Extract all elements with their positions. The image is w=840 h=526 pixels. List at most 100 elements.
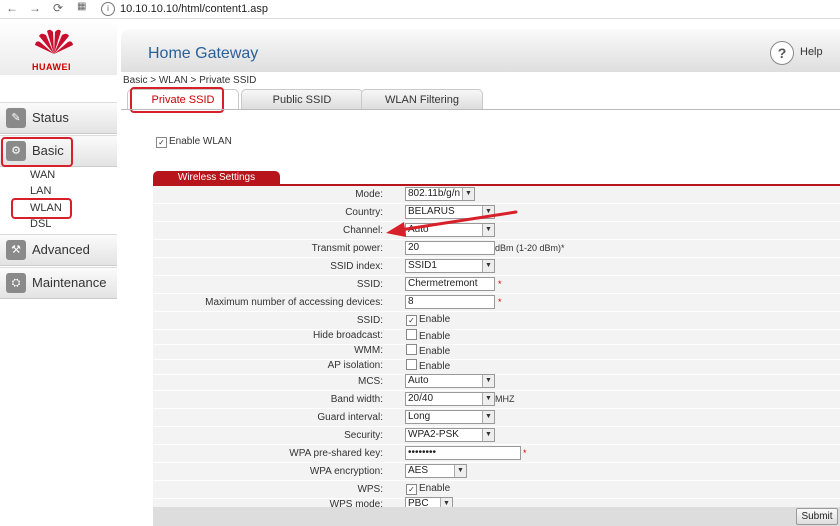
- sidebar-subitem-dsl[interactable]: DSL: [30, 218, 51, 230]
- transmit-power-input[interactable]: 20: [405, 241, 495, 255]
- ssid-label: SSID:: [356, 279, 383, 290]
- ssid-enable-checkbox[interactable]: ✓ Enable: [406, 314, 450, 326]
- chevron-down-icon: ▼: [482, 393, 494, 405]
- chevron-down-icon: ▼: [482, 375, 494, 387]
- chevron-down-icon: ▼: [482, 411, 494, 423]
- row-band-width: Band width: 20/40 ▼ MHZ: [153, 391, 840, 409]
- transmit-power-hint: dBm (1-20 dBm)*: [495, 243, 565, 253]
- main-content: Home Gateway ? Help Basic > WLAN > Priva…: [117, 19, 840, 526]
- wmm-check[interactable]: [406, 344, 417, 355]
- ap-isolation-label: AP isolation:: [327, 360, 383, 371]
- huawei-logo-icon: [35, 29, 73, 54]
- row-mode: Mode: 802.11b/g/n ▼: [153, 186, 840, 204]
- tab-public-ssid[interactable]: Public SSID: [241, 89, 363, 110]
- ssid-index-select[interactable]: SSID1 ▼: [405, 259, 495, 273]
- enable-wlan-check[interactable]: ✓: [156, 137, 167, 148]
- header: Home Gateway ? Help: [121, 29, 840, 72]
- security-select[interactable]: WPA2-PSK ▼: [405, 428, 495, 442]
- row-guard-interval: Guard interval: Long ▼: [153, 409, 840, 427]
- hide-broadcast-text: Enable: [419, 331, 451, 342]
- wpa-encryption-select[interactable]: AES ▼: [405, 464, 467, 478]
- maintenance-icon: ⛭: [6, 273, 26, 293]
- chevron-down-icon: ▼: [454, 465, 466, 477]
- form-footer: Submit: [153, 507, 840, 526]
- sidebar-subitem-wan[interactable]: WAN: [30, 169, 55, 181]
- band-width-value: 20/40: [408, 393, 434, 404]
- guard-interval-label: Guard interval:: [317, 412, 383, 423]
- security-label: Security:: [344, 430, 383, 441]
- max-devices-label: Maximum number of accessing devices:: [205, 297, 383, 308]
- sidebar-item-label: Status: [32, 110, 69, 125]
- sidebar-item-label: Advanced: [32, 242, 90, 257]
- sidebar-item-status[interactable]: ✎ Status: [0, 102, 117, 134]
- chevron-down-icon: ▼: [462, 188, 474, 200]
- annotation-highlight-wlan: [11, 198, 72, 219]
- row-ssid-index: SSID index: SSID1 ▼: [153, 258, 840, 276]
- row-security: Security: WPA2-PSK ▼: [153, 427, 840, 445]
- ssid-index-label: SSID index:: [330, 261, 383, 272]
- wps-check[interactable]: ✓: [406, 484, 417, 495]
- mcs-label: MCS:: [358, 376, 383, 387]
- site-info-icon[interactable]: i: [101, 2, 115, 16]
- max-devices-required: *: [498, 297, 502, 307]
- row-mcs: MCS: Auto ▼: [153, 373, 840, 391]
- mcs-value: Auto: [408, 375, 429, 386]
- chevron-down-icon: ▼: [482, 260, 494, 272]
- enable-wlan-checkbox[interactable]: ✓ Enable WLAN: [156, 136, 232, 148]
- mode-value: 802.11b/g/n: [408, 188, 461, 199]
- submit-button[interactable]: Submit: [796, 508, 838, 525]
- forward-icon[interactable]: →: [29, 1, 41, 15]
- tab-wlan-filtering[interactable]: WLAN Filtering: [361, 89, 483, 110]
- ap-isolation-check[interactable]: [406, 359, 417, 370]
- wps-label: WPS:: [357, 484, 383, 495]
- enable-wlan-label: Enable WLAN: [169, 136, 232, 147]
- country-label: Country:: [345, 207, 383, 218]
- logo: HUAWEI: [0, 19, 117, 75]
- psk-input[interactable]: ••••••••: [405, 446, 521, 460]
- ssid-enable-label: SSID:: [356, 315, 383, 326]
- wps-checkbox[interactable]: ✓ Enable: [406, 483, 450, 495]
- browser-toolbar: ← → ⟳ ▦ i 10.10.10.10/html/content1.asp: [0, 0, 840, 19]
- help-icon[interactable]: ?: [770, 41, 794, 65]
- psk-label: WPA pre-shared key:: [289, 448, 383, 459]
- sidebar-subitem-lan[interactable]: LAN: [30, 185, 51, 197]
- sidebar-item-advanced[interactable]: ⚒ Advanced: [0, 234, 117, 266]
- row-ssid: SSID: Chermetremont *: [153, 276, 840, 294]
- band-width-label: Band width:: [330, 394, 383, 405]
- sidebar-item-maintenance[interactable]: ⛭ Maintenance: [0, 267, 117, 299]
- ap-isolation-checkbox[interactable]: Enable: [406, 359, 450, 372]
- wmm-checkbox[interactable]: Enable: [406, 344, 450, 357]
- ssid-enable-check[interactable]: ✓: [406, 315, 417, 326]
- mode-label: Mode:: [355, 189, 383, 200]
- wmm-label: WMM:: [354, 345, 383, 356]
- hide-broadcast-check[interactable]: [406, 329, 417, 340]
- sidebar-item-label: Maintenance: [32, 275, 107, 290]
- band-width-select[interactable]: 20/40 ▼: [405, 392, 495, 406]
- apps-icon[interactable]: ▦: [77, 1, 86, 12]
- wmm-text: Enable: [419, 346, 451, 357]
- ssid-input[interactable]: Chermetremont: [405, 277, 495, 291]
- tab-divider: [121, 109, 840, 110]
- row-max-devices: Maximum number of accessing devices: 8 *: [153, 294, 840, 312]
- mode-select[interactable]: 802.11b/g/n ▼: [405, 187, 475, 201]
- address-bar[interactable]: 10.10.10.10/html/content1.asp: [120, 3, 268, 15]
- breadcrumb: Basic > WLAN > Private SSID: [123, 75, 257, 86]
- channel-label: Channel:: [342, 225, 383, 236]
- hide-broadcast-checkbox[interactable]: Enable: [406, 329, 450, 342]
- section-title: Wireless Settings: [153, 171, 280, 185]
- ssid-required: *: [498, 279, 502, 289]
- psk-required: *: [523, 448, 527, 458]
- advanced-icon: ⚒: [6, 240, 26, 260]
- chevron-down-icon: ▼: [482, 429, 494, 441]
- band-width-unit: MHZ: [495, 394, 515, 404]
- transmit-power-label: Transmit power:: [311, 243, 383, 254]
- guard-interval-select[interactable]: Long ▼: [405, 410, 495, 424]
- logo-text: HUAWEI: [32, 62, 71, 72]
- mcs-select[interactable]: Auto ▼: [405, 374, 495, 388]
- sidebar: HUAWEI ✎ Status ⚙ Basic WAN LAN WLAN DSL…: [0, 19, 117, 526]
- back-icon[interactable]: ←: [6, 1, 18, 15]
- help-link[interactable]: Help: [800, 46, 823, 58]
- max-devices-input[interactable]: 8: [405, 295, 495, 309]
- reload-icon[interactable]: ⟳: [53, 1, 63, 15]
- security-value: WPA2-PSK: [408, 429, 459, 440]
